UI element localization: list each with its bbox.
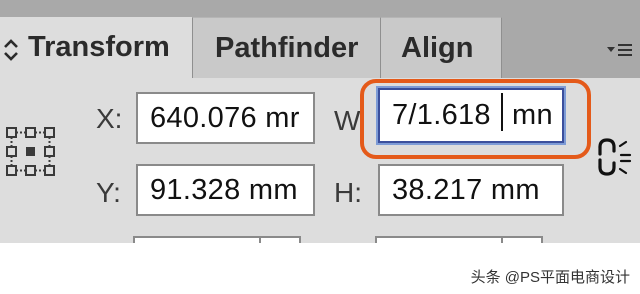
watermark-text: 头条 @PS平面电商设计 [470,269,630,286]
next-row-input-left[interactable] [133,236,261,243]
x-label: X: [96,103,123,134]
x-position-input[interactable]: 640.076 mr [136,92,315,144]
annotation-highlight-box [360,79,591,159]
up-down-chevron-icon[interactable] [3,39,19,61]
tab-pathfinder-label: Pathfinder [215,32,359,64]
x-position-value: 640.076 mr [150,101,300,134]
panel-menu-icon[interactable] [605,38,635,62]
y-position-value: 91.328 mm [150,173,298,206]
tab-align-label: Align [401,32,474,64]
panel-tab-bar: Transform Pathfinder Align [0,0,640,78]
h-label: H: [334,177,362,208]
link-proportions-icon[interactable] [590,137,634,177]
height-value: 38.217 mm [392,173,540,206]
tab-transform-label: Transform [28,31,170,63]
w-label: W [334,105,361,136]
tab-transform[interactable]: Transform [0,17,192,78]
tab-pathfinder[interactable]: Pathfinder [192,17,380,78]
transform-panel: Transform Pathfinder Align X: 640.076 mr [0,0,640,243]
reference-point-grid-icon[interactable] [4,125,58,179]
tab-align[interactable]: Align [380,17,502,78]
next-row-dropdown-right[interactable] [501,236,543,243]
y-label: Y: [96,177,121,208]
next-row-input-right[interactable] [375,236,503,243]
next-row-dropdown-left[interactable] [259,236,301,243]
y-position-input[interactable]: 91.328 mm [136,164,315,216]
height-input[interactable]: 38.217 mm [378,164,564,216]
